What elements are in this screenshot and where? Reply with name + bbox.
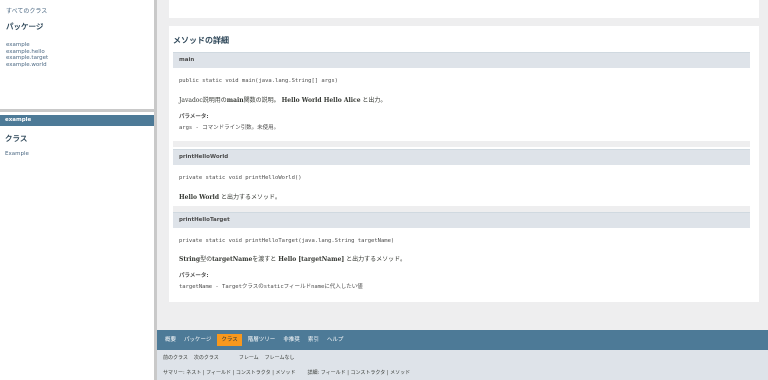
nav-help[interactable]: ヘルプ bbox=[325, 334, 346, 346]
frames-link[interactable]: フレーム bbox=[239, 354, 259, 361]
previous-section-block bbox=[169, 0, 759, 18]
method-description-main: Javadoc説明用のmain関数の説明。 Hello World Hello … bbox=[179, 97, 387, 104]
nav-index[interactable]: 索引 bbox=[306, 334, 321, 346]
left-frames: すべてのクラス パッケージ example example.hello exam… bbox=[0, 0, 157, 380]
packages-heading: パッケージ bbox=[6, 22, 44, 31]
class-list-frame: example クラス Example bbox=[0, 115, 154, 380]
bottom-navbar: 概要 パッケージ クラス 階層ツリー 非推奨 索引 ヘルプ bbox=[157, 330, 768, 350]
no-frames-link[interactable]: フレームなし bbox=[265, 354, 295, 361]
method-detail-title: メソッドの詳細 bbox=[173, 36, 229, 45]
parameter-args: args - コマンドライン引数。未使用。 bbox=[179, 125, 280, 131]
nav-deprecated[interactable]: 非推奨 bbox=[281, 334, 302, 346]
subnav-class-links: 前のクラス 次のクラス フレーム フレームなし bbox=[157, 350, 768, 364]
class-link-example[interactable]: Example bbox=[5, 151, 154, 157]
method-header-main: main bbox=[173, 52, 750, 68]
summary-links[interactable]: サマリー: ネスト | フィールド | コンストラクタ | メソッド bbox=[163, 369, 295, 376]
method-description-printhelloworld: Hello World と出力するメソッド。 bbox=[179, 194, 281, 201]
method-separator bbox=[173, 141, 750, 147]
method-signature-printhelloworld: private static void printHelloWorld() bbox=[179, 175, 302, 181]
package-list-frame: すべてのクラス パッケージ example example.hello exam… bbox=[0, 0, 154, 112]
class-content-frame: メソッドの詳細 main public static void main(jav… bbox=[157, 0, 768, 380]
method-signature-main: public static void main(java.lang.String… bbox=[179, 78, 338, 84]
method-description-printhellotarget: String型のtargetNameを渡すと Hello [targetName… bbox=[179, 256, 406, 263]
method-header-printhelloworld: printHelloWorld bbox=[173, 149, 750, 165]
parameter-targetname: targetName - Targetクラスのstaticフィールドnameに代… bbox=[179, 284, 363, 290]
package-link-example-target[interactable]: example.target bbox=[6, 55, 148, 62]
prev-class-link[interactable]: 前のクラス bbox=[163, 354, 188, 361]
detail-links[interactable]: 詳細: フィールド | コンストラクタ | メソッド bbox=[307, 369, 410, 376]
method-signature-printhellotarget: private static void printHelloTarget(jav… bbox=[179, 238, 395, 244]
nav-package[interactable]: パッケージ bbox=[182, 334, 213, 346]
nav-overview[interactable]: 概要 bbox=[163, 334, 178, 346]
all-classes-link[interactable]: すべてのクラス bbox=[6, 6, 148, 15]
nav-tree[interactable]: 階層ツリー bbox=[246, 334, 278, 346]
next-class-link[interactable]: 次のクラス bbox=[194, 354, 219, 361]
method-detail-panel: メソッドの詳細 main public static void main(jav… bbox=[169, 26, 759, 302]
method-header-printhellotarget: printHelloTarget bbox=[173, 212, 750, 228]
package-link-example[interactable]: example bbox=[6, 42, 148, 49]
parameters-heading-main: パラメータ: bbox=[179, 114, 209, 120]
package-link-example-world[interactable]: example.world bbox=[6, 62, 148, 69]
subnav-summary-detail: サマリー: ネスト | フィールド | コンストラクタ | メソッド 詳細: フ… bbox=[157, 364, 768, 380]
parameters-heading-printhellotarget: パラメータ: bbox=[179, 273, 209, 279]
classes-heading: クラス bbox=[5, 134, 28, 143]
package-name-bar[interactable]: example bbox=[0, 115, 154, 126]
package-link-example-hello[interactable]: example.hello bbox=[6, 49, 148, 56]
nav-class-current: クラス bbox=[217, 334, 242, 346]
